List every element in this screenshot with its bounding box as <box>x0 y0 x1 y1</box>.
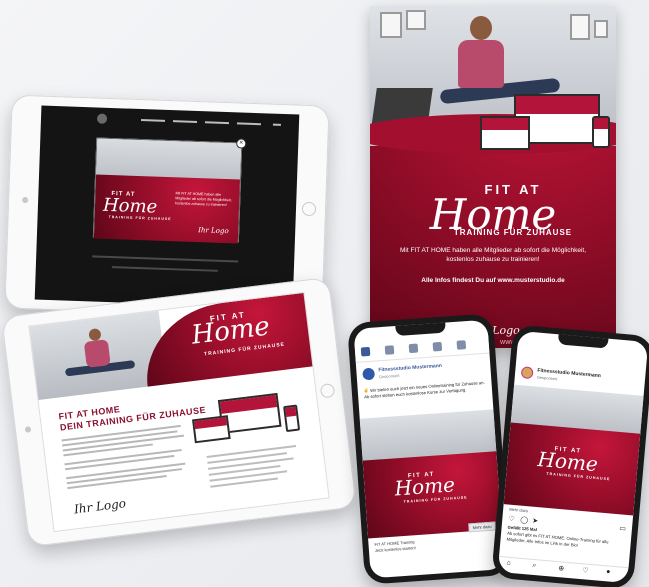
brand-subtitle: TRAINING FÜR ZUHAUSE <box>453 228 573 237</box>
poster-info-text: Alle Infos findest Du auf www.musterstud… <box>421 277 565 284</box>
home-icon[interactable]: ⌂ <box>506 560 511 567</box>
tablet-mockup <box>480 116 530 150</box>
sponsored-label: Gesponsert <box>536 374 558 382</box>
device-mockups <box>480 94 610 160</box>
popup-text: Mit FIT AT HOME haben alle Mitglieder ab… <box>175 191 232 208</box>
friends-icon[interactable] <box>384 345 395 355</box>
tablet-mockup <box>192 415 231 444</box>
phone-facebook: Fitnessstudio Mustermann Gesponsert ✌ Wi… <box>347 313 511 585</box>
tablet2-screen: FIT AT Home TRAINING FÜR ZUHAUSE FIT AT … <box>28 291 330 533</box>
phone-mockup <box>283 404 301 433</box>
wall-frame <box>406 10 426 30</box>
person-head <box>470 16 492 40</box>
learn-more-button[interactable]: Mehr dazu <box>468 521 496 533</box>
person-body <box>83 339 111 368</box>
facebook-ad-image[interactable]: FIT AT Home TRAINING FÜR ZUHAUSE <box>359 409 502 539</box>
sponsored-label: Gesponsert <box>378 372 400 380</box>
landing-hero: FIT AT Home TRAINING FÜR ZUHAUSE <box>29 292 317 401</box>
page-avatar[interactable] <box>362 367 376 381</box>
account-avatar[interactable] <box>520 366 534 380</box>
poster: FIT AT Home TRAINING FÜR ZUHAUSE Mit FIT… <box>370 6 616 348</box>
home-button[interactable] <box>301 201 317 217</box>
wall-frame <box>380 12 402 38</box>
comment-icon[interactable]: ◯ <box>520 516 529 525</box>
wall-frame <box>594 20 608 38</box>
instagram-bottom-nav: ⌂ ⌕ ⊕ ♡ ● <box>498 555 629 580</box>
share-icon[interactable]: ➤ <box>532 517 539 525</box>
home-button[interactable] <box>319 382 336 399</box>
nav-item[interactable] <box>140 119 166 122</box>
website-nav <box>41 106 300 137</box>
popup-modal: FIT AT Home TRAINING FÜR ZUHAUSE Mit FIT… <box>92 137 247 244</box>
notifications-icon[interactable] <box>432 341 443 352</box>
site-logo[interactable] <box>96 113 108 124</box>
nav-item[interactable] <box>172 120 198 123</box>
heart-icon[interactable]: ♡ <box>582 566 589 575</box>
search-icon[interactable]: ⌕ <box>532 562 537 570</box>
home-icon[interactable] <box>360 346 371 357</box>
phone-instagram: Fitnessstudio Mustermann Gesponsert FIT … <box>491 324 649 587</box>
menu-icon[interactable] <box>456 340 467 350</box>
divider <box>111 266 218 272</box>
camera-dot <box>24 426 32 433</box>
wall-frame <box>570 14 590 40</box>
instagram-screen: Fitnessstudio Mustermann Gesponsert FIT … <box>497 330 649 584</box>
heart-icon[interactable]: ♡ <box>508 515 515 524</box>
video-icon[interactable] <box>408 343 419 354</box>
person-body <box>458 40 504 88</box>
nav-item[interactable] <box>236 122 261 126</box>
popup-logo: Ihr Logo <box>198 226 229 236</box>
divider <box>92 255 239 263</box>
add-icon[interactable]: ⊕ <box>558 564 565 572</box>
camera-dot <box>22 196 29 204</box>
nav-item[interactable] <box>204 121 230 125</box>
tablet-landing-page: FIT AT Home TRAINING FÜR ZUHAUSE FIT AT … <box>1 276 357 548</box>
close-icon[interactable]: × <box>236 138 247 149</box>
instagram-ad-image[interactable]: FIT AT Home TRAINING FÜR ZUHAUSE <box>503 384 644 516</box>
menu-icon[interactable] <box>272 123 281 126</box>
learn-more-link[interactable]: Mehr dazu <box>509 507 528 514</box>
facebook-screen: Fitnessstudio Mustermann Gesponsert ✌ Wi… <box>353 319 505 579</box>
phone-mockup <box>592 116 610 148</box>
facebook-top-bar <box>354 333 490 363</box>
profile-icon[interactable]: ● <box>606 568 611 575</box>
landing-logo: Ihr Logo <box>73 496 127 517</box>
landing-device-mockups <box>190 390 305 447</box>
tablet1-screen: FIT AT Home TRAINING FÜR ZUHAUSE Mit FIT… <box>34 105 300 309</box>
bookmark-icon[interactable]: ▭ <box>619 524 626 533</box>
page-name[interactable]: Fitnessstudio Mustermann <box>378 363 442 373</box>
poster-body-text: Mit FIT AT HOME haben alle Mitglieder ab… <box>399 247 587 263</box>
